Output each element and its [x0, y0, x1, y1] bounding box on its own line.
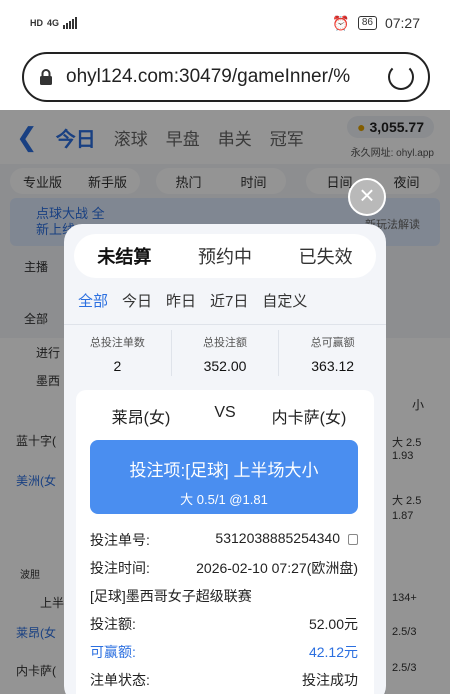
- network-indicator: HD 4G: [30, 17, 78, 29]
- bet-item-box[interactable]: 投注项:[足球] 上半场大小 大 0.5/1 @1.81: [90, 440, 358, 514]
- filter-today[interactable]: 今日: [122, 290, 152, 312]
- network-type-label: 4G: [47, 18, 60, 28]
- vs-label: VS: [214, 404, 236, 421]
- close-icon[interactable]: ×: [348, 178, 386, 216]
- bet-item-title: 投注项:[足球] 上半场大小: [129, 461, 319, 480]
- filter-7days[interactable]: 近7日: [210, 290, 248, 312]
- stat-label: 总投注单数: [89, 337, 145, 349]
- bet-item-odds: 大 0.5/1 @1.81: [180, 492, 268, 507]
- win-label: 可赢额:: [90, 644, 136, 660]
- stat-value: 2: [113, 358, 122, 374]
- filter-yesterday[interactable]: 昨日: [166, 290, 196, 312]
- filter-custom[interactable]: 自定义: [262, 290, 307, 312]
- browser-toolbar: ohyl124.com:30479/gameInner/%: [0, 46, 450, 110]
- copy-icon[interactable]: [348, 533, 358, 545]
- date-filters: 全部 今日 昨日 近7日 自定义: [78, 290, 378, 312]
- order-number-value: 5312038885254340: [215, 530, 340, 546]
- win-value: 42.12元: [308, 644, 358, 660]
- match-teams: 莱昂(女) VS 内卡萨(女): [76, 404, 374, 428]
- url-text: ohyl124.com:30479/gameInner/%: [66, 66, 351, 87]
- win-row: 可赢额: 42.12元: [90, 642, 358, 662]
- amount-row: 投注额: 52.00元: [90, 614, 358, 634]
- filter-all[interactable]: 全部: [78, 290, 108, 312]
- state-label: 注单状态:: [90, 672, 150, 688]
- divider: [64, 324, 386, 325]
- amount-label: 投注额:: [90, 616, 136, 632]
- lock-icon: [40, 69, 52, 85]
- status-bar: HD 4G ⏰ 86 07:27: [0, 0, 450, 46]
- bet-status-tabs: 未结算 预约中 已失效: [74, 234, 376, 278]
- state-row: 注单状态: 投注成功: [90, 670, 358, 690]
- league-name: [足球]墨西哥女子超级联赛: [90, 588, 252, 604]
- url-bar[interactable]: ohyl124.com:30479/gameInner/%: [22, 52, 430, 102]
- tab-invalid[interactable]: 已失效: [299, 243, 353, 269]
- tab-reserved[interactable]: 预约中: [198, 243, 252, 269]
- stat-total-win: 总可赢额 363.12: [279, 330, 386, 376]
- stat-total-amount: 总投注额 352.00: [172, 330, 280, 376]
- hd-label: HD: [30, 18, 43, 28]
- bet-time-value: 2026-02-10 07:27(欧洲盘): [196, 560, 358, 576]
- bet-card: 莱昂(女) VS 内卡萨(女) 投注项:[足球] 上半场大小 大 0.5/1 @…: [76, 390, 374, 694]
- state-value: 投注成功: [302, 672, 358, 688]
- stat-label: 总可赢额: [310, 337, 355, 349]
- stat-label: 总投注额: [203, 337, 247, 349]
- order-number-label: 投注单号:: [90, 532, 150, 548]
- stat-total-bets: 总投注单数 2: [64, 330, 172, 376]
- alarm-icon: ⏰: [332, 14, 350, 31]
- bet-time-row: 投注时间: 2026-02-10 07:27(欧洲盘): [90, 558, 358, 578]
- amount-value: 52.00元: [308, 616, 358, 632]
- away-team: 内卡萨(女): [271, 410, 347, 427]
- signal-icon: [63, 17, 78, 29]
- bet-record-modal: 未结算 预约中 已失效 全部 今日 昨日 近7日 自定义 总投注单数 2 总投注…: [64, 224, 386, 694]
- order-number-row: 投注单号: 5312038885254340: [90, 530, 358, 550]
- bet-summary: 总投注单数 2 总投注额 352.00 总可赢额 363.12: [64, 330, 386, 376]
- battery-icon: 86: [357, 16, 377, 30]
- tab-unsettled[interactable]: 未结算: [97, 243, 151, 269]
- stat-value: 363.12: [311, 358, 355, 374]
- league-row: [足球]墨西哥女子超级联赛: [90, 586, 358, 606]
- stat-value: 352.00: [203, 358, 247, 374]
- home-team: 莱昂(女): [111, 410, 171, 427]
- bet-time-label: 投注时间:: [90, 560, 150, 576]
- reload-icon[interactable]: [388, 64, 414, 90]
- clock: 07:27: [384, 15, 420, 31]
